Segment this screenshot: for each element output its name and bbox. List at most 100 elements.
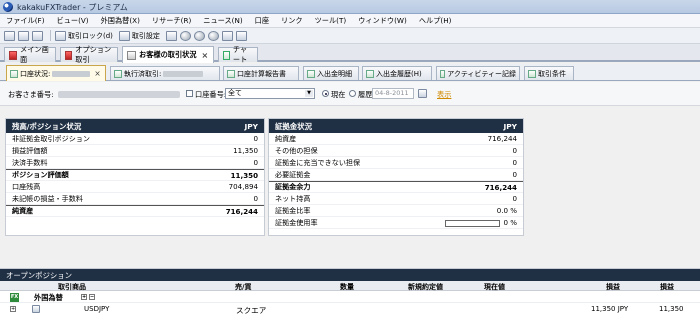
- print-icon[interactable]: [32, 30, 43, 41]
- trade-lock-label: 取引ロック(d): [68, 31, 113, 40]
- row-value: 0.0 %: [497, 206, 517, 215]
- row-value: 11,350: [233, 146, 258, 155]
- row-value: 0: [253, 158, 258, 167]
- calendar-icon[interactable]: [418, 89, 427, 98]
- layout-icon[interactable]: [235, 30, 247, 41]
- table-row: 未記帳の損益・手数料 0: [6, 193, 264, 205]
- customer-number-label: お客さま番号:: [8, 90, 54, 99]
- current-label: 現在: [331, 90, 346, 99]
- table-row[interactable]: + USDJPY スクエア 11,350 JPY 11,350: [0, 303, 700, 315]
- row-value-text: 716,244: [225, 206, 258, 216]
- tab-account-status[interactable]: 口座状況: ×: [6, 65, 106, 81]
- row-value-text: 0.0 %: [496, 206, 517, 215]
- balance-panel-header: 残高/ポジション状況 JPY: [6, 119, 264, 133]
- menu-research[interactable]: リサーチ(R): [152, 16, 191, 26]
- open-positions-header: オープンポジション: [0, 269, 700, 281]
- trades-icon: [114, 69, 122, 78]
- row-value: 0: [512, 158, 517, 167]
- tab-label: お客様の取引状況: [139, 50, 197, 59]
- fx-icon: FX: [10, 293, 19, 302]
- trade-lock-button[interactable]: 取引ロック(d): [55, 30, 113, 41]
- tab-account-report[interactable]: 口座計算報告書: [223, 66, 299, 80]
- info-icon[interactable]: [207, 30, 219, 41]
- history-date-field[interactable]: 04-8-2011: [372, 88, 414, 99]
- menu-news[interactable]: ニュース(N): [203, 16, 242, 26]
- account-icon: [10, 69, 18, 78]
- save-icon[interactable]: [18, 30, 29, 41]
- usage-progress-bar: [445, 219, 501, 227]
- display-link[interactable]: 表示: [437, 90, 451, 100]
- row-value-text: 0: [512, 170, 517, 179]
- account-checkbox[interactable]: [186, 90, 193, 97]
- toolbar-separator: [50, 30, 51, 41]
- globe-icon[interactable]: [179, 30, 191, 41]
- row-label: 必要証拠金: [275, 169, 311, 179]
- trade-settings-label: 取引設定: [131, 31, 160, 40]
- menu-help[interactable]: ヘルプ(H): [419, 16, 452, 26]
- menu-window[interactable]: ウィンドウ(W): [358, 16, 407, 26]
- account-select-value: 全て: [228, 89, 242, 97]
- tab-options-trading[interactable]: オプション取引: [60, 45, 118, 64]
- table-row: 非証拠金取引ポジション 0: [6, 133, 264, 145]
- margin-panel: 証拠金状況 JPY 純資産 716,244 その他の担保 0 証拠金に充当できない担保 0…: [268, 118, 524, 236]
- row-value-text: 0: [512, 158, 517, 167]
- row-value: 704,894: [229, 182, 258, 191]
- row-label: 口座残高: [12, 181, 41, 191]
- menu-file[interactable]: ファイル(F): [6, 16, 45, 26]
- group-row[interactable]: FX 外国為替 + −: [0, 291, 700, 303]
- row-value-text: 0: [512, 194, 517, 203]
- window-icon[interactable]: [165, 30, 177, 41]
- row-value-text: 11,350: [233, 146, 258, 155]
- table-row: 証拠金使用率 0 %: [269, 217, 523, 229]
- row-value: 0 %: [445, 218, 517, 227]
- options-icon: [65, 50, 73, 60]
- tab-deposit-history[interactable]: 入出金履歴(H): [362, 66, 432, 80]
- tab-trade-conditions[interactable]: 取引条件: [524, 66, 574, 80]
- row-label: 非証拠金取引ポジション: [12, 133, 91, 143]
- tab-chart[interactable]: チャート: [218, 45, 258, 64]
- pnl-cell: 11,350 JPY: [591, 305, 629, 313]
- tab-label: 口座状況:: [20, 69, 51, 78]
- margin-rows: 純資産 716,244 その他の担保 0 証拠金に充当できない担保 0 必要証拠金 0 証拠金余…: [269, 133, 523, 229]
- tab-main-screen[interactable]: メイン画面: [4, 45, 56, 64]
- help-icon[interactable]: [193, 30, 205, 41]
- menu-tools[interactable]: ツール(T): [315, 16, 347, 26]
- row-value: 0: [253, 134, 258, 143]
- expand-icon[interactable]: +: [81, 294, 87, 300]
- account-select[interactable]: 全て ▼: [225, 88, 315, 99]
- new-window-icon[interactable]: [4, 30, 15, 41]
- row-value: 11,350: [231, 171, 258, 180]
- menu-view[interactable]: ビュー(V): [57, 16, 89, 26]
- tab-activity-log[interactable]: アクティビティー記録: [436, 66, 520, 80]
- trade-settings-button[interactable]: 取引設定: [118, 30, 160, 41]
- row-value-text: 0: [253, 134, 258, 143]
- table-row: ネット持高 0: [269, 193, 523, 205]
- history-radio[interactable]: [349, 90, 356, 97]
- table-row: 口座残高 704,894: [6, 181, 264, 193]
- conditions-icon: [528, 69, 536, 78]
- menu-account[interactable]: 口座: [255, 16, 269, 26]
- current-radio[interactable]: [322, 90, 329, 97]
- key-icon: [127, 50, 136, 60]
- close-icon[interactable]: ×: [202, 51, 209, 60]
- menu-link[interactable]: リンク: [281, 16, 303, 26]
- table-row: 必要証拠金 0: [269, 169, 523, 181]
- redacted-customer-number: [58, 91, 180, 98]
- grid-icon[interactable]: [221, 30, 233, 41]
- tab-deposit-detail[interactable]: 入出金明細: [303, 66, 359, 80]
- section-title: オープンポジション: [6, 270, 73, 280]
- row-label: その他の担保: [275, 145, 318, 155]
- row-value: 716,244: [488, 134, 517, 143]
- collapse-icon[interactable]: −: [89, 294, 95, 300]
- app-logo-icon: [3, 2, 13, 12]
- panel-title: 証拠金状況: [275, 121, 312, 131]
- row-label: 証拠金余力: [275, 182, 311, 191]
- tab-label: アクティビティー記録: [447, 69, 516, 78]
- expand-icon[interactable]: +: [10, 306, 16, 312]
- row-value-text: 0: [253, 158, 258, 167]
- close-icon[interactable]: ×: [94, 69, 100, 78]
- menu-fx[interactable]: 外国為替(X): [101, 16, 140, 26]
- title-bar: kakakuFXTrader - プレミアム: [0, 0, 700, 14]
- tab-trade-status[interactable]: お客様の取引状況 ×: [122, 46, 214, 63]
- tab-executed-trades[interactable]: 執行済取引:: [110, 66, 220, 80]
